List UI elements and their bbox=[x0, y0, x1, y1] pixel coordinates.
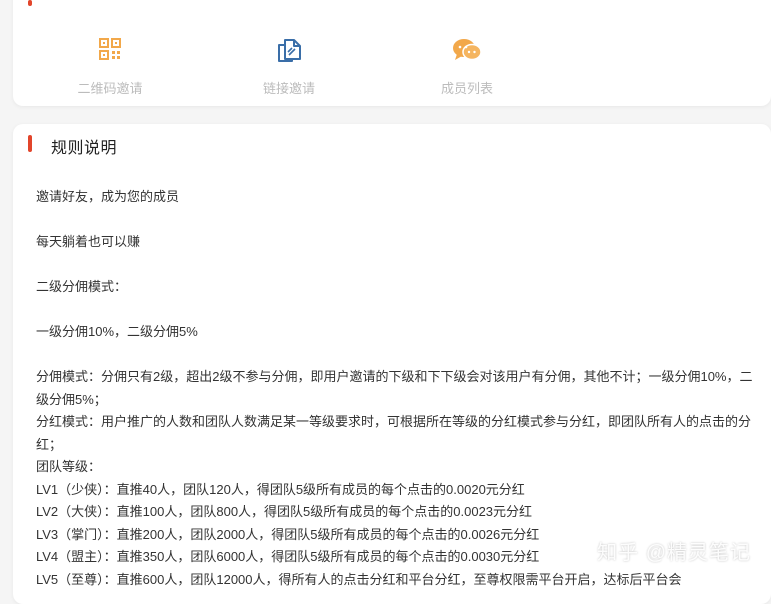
qr-invite-label: 二维码邀请 bbox=[77, 81, 143, 96]
rules-line: 每天躺着也可以赚 bbox=[36, 234, 141, 249]
rules-line: 二级分佣模式： bbox=[36, 279, 128, 294]
rules-line: 邀请好友，成为您的成员 bbox=[36, 189, 180, 204]
team-level-line: LV2（大侠）：直推100人，团队800人，得团队5级所有成员的每个点击的0.0… bbox=[36, 504, 533, 519]
rules-line: 一级分佣10%，二级分佣5% bbox=[36, 324, 198, 339]
rules-line: 团队等级： bbox=[36, 459, 102, 474]
team-level-line: LV5（至尊）：直推600人，团队12000人，得所有人的点击分红和平台分红，至… bbox=[36, 571, 682, 587]
rules-content: 邀请好友，成为您的成员 每天躺着也可以赚 二级分佣模式： 一级分佣10%，二级分… bbox=[36, 186, 761, 591]
rules-title: 规则说明 bbox=[51, 140, 118, 157]
rules-card: 规则说明 邀请好友，成为您的成员 每天躺着也可以赚 二级分佣模式： 一级分佣10… bbox=[13, 124, 771, 604]
member-list-button[interactable]: 成员列表 bbox=[397, 38, 537, 98]
qr-invite-button[interactable]: 二维码邀请 bbox=[40, 38, 180, 98]
link-invite-label: 链接邀请 bbox=[262, 81, 315, 96]
team-level-line: LV1（少侠）：直推40人，团队120人，得团队5级所有成员的每个点击的0.00… bbox=[36, 481, 525, 497]
rules-line: 分佣模式：分佣只有2级，超出2级不参与分佣，即用户邀请的下级和下下级会对该用户有… bbox=[36, 369, 753, 407]
watermark: 知乎 @精灵笔记 bbox=[597, 542, 751, 564]
link-invite-button[interactable]: 链接邀请 bbox=[219, 38, 359, 98]
section-accent-bar bbox=[28, 135, 32, 152]
chat-bubbles-icon bbox=[397, 38, 537, 64]
rules-line: 分红模式：用户推广的人数和团队人数满足某一等级要求时，可根据所在等级的分红模式参… bbox=[36, 414, 752, 452]
qr-code-icon bbox=[40, 38, 180, 64]
section-accent-bar bbox=[28, 0, 32, 6]
invite-actions-card: 二维码邀请 链接邀请 成员列表 bbox=[13, 0, 771, 106]
copy-link-icon bbox=[219, 38, 359, 64]
invite-actions: 二维码邀请 链接邀请 成员列表 bbox=[13, 38, 771, 98]
member-list-label: 成员列表 bbox=[440, 81, 493, 96]
